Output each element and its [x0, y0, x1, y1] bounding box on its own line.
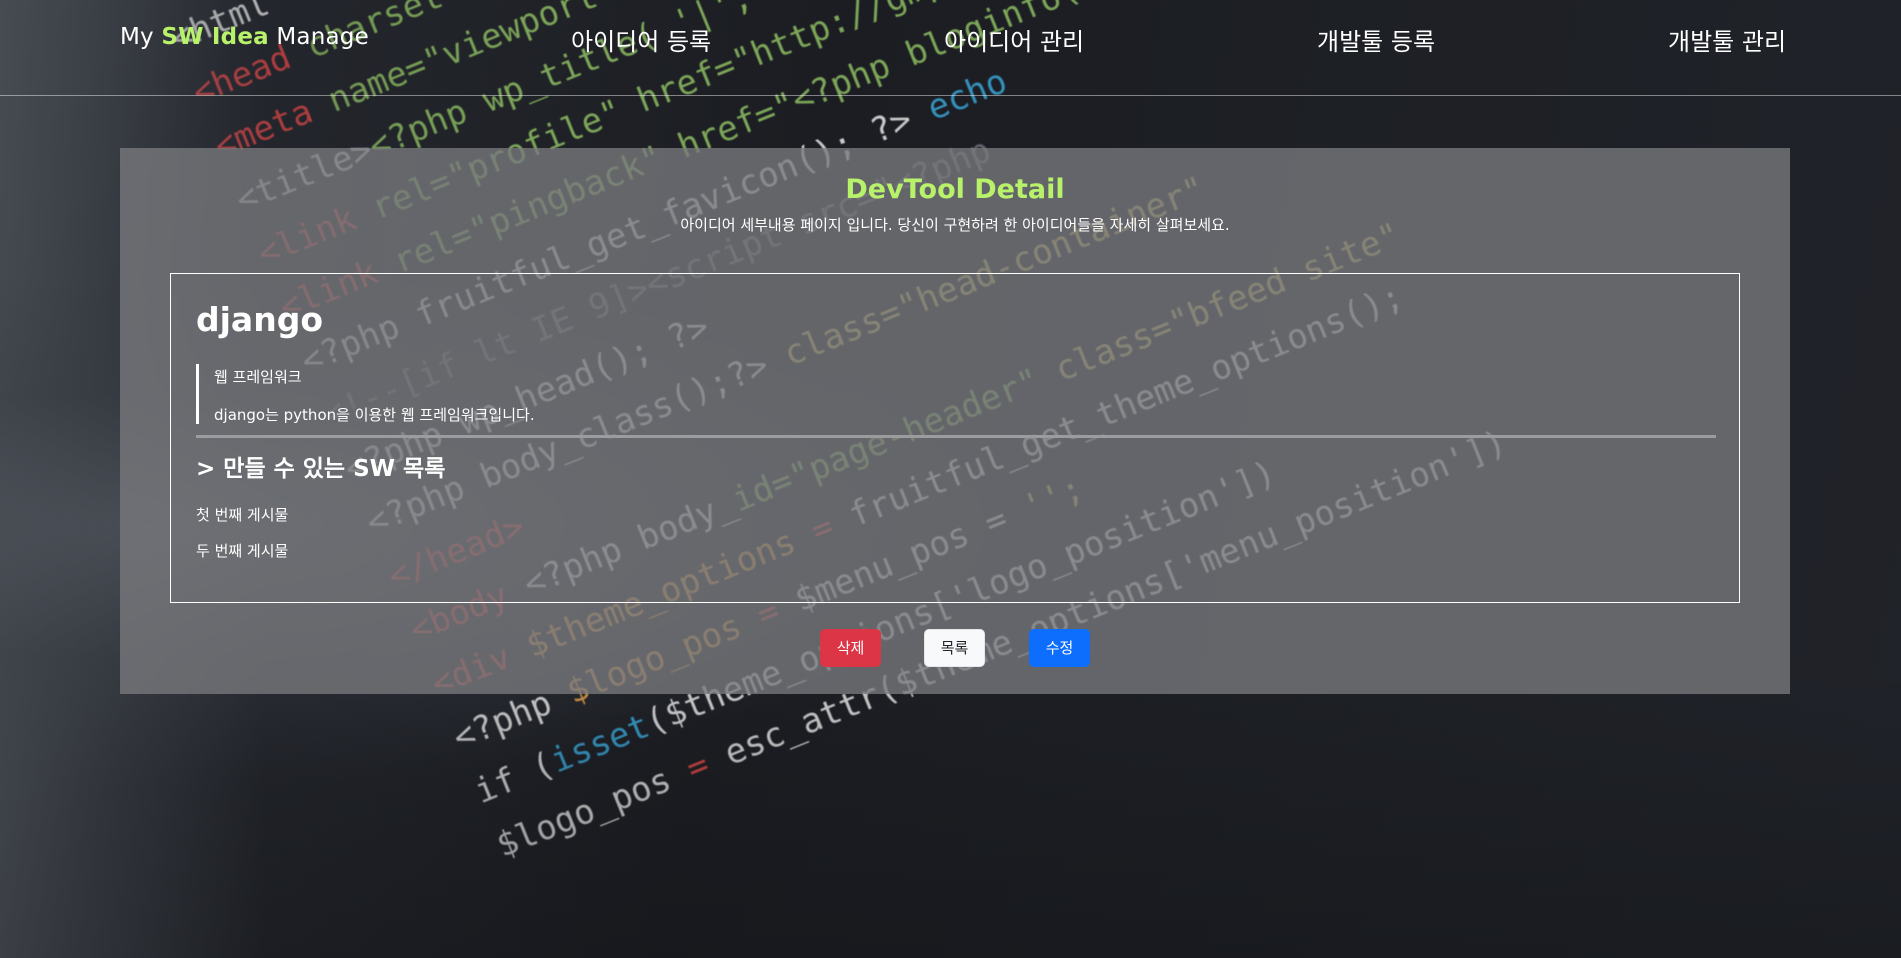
devtool-detail-card: django 웹 프레임워크 django는 python을 이용한 웹 프레임… [170, 273, 1740, 603]
top-navbar: My SW Idea Manage 아이디어 등록 아이디어 관리 개발툴 등록… [0, 0, 1901, 96]
section-divider [196, 435, 1716, 438]
sw-list: 첫 번째 게시물 두 번째 게시물 [196, 504, 288, 576]
detail-panel: DevTool Detail 아이디어 세부내용 페이지 입니다. 당신이 구현… [120, 148, 1790, 694]
devtool-category: 웹 프레임워크 [214, 368, 302, 386]
devtool-description: django는 python을 이용한 웹 프레임워크입니다. [214, 406, 535, 424]
sw-list-heading: > 만들 수 있는 SW 목록 [196, 456, 446, 482]
nav-link-idea-register[interactable]: 아이디어 등록 [571, 22, 711, 57]
sw-list-item[interactable]: 두 번째 게시물 [196, 540, 288, 576]
delete-button[interactable]: 삭제 [820, 629, 881, 667]
brand-logo-link[interactable]: My SW Idea Manage [120, 24, 369, 50]
list-button[interactable]: 목록 [924, 629, 985, 667]
nav-link-idea-manage[interactable]: 아이디어 관리 [944, 22, 1084, 57]
nav-link-devtool-manage[interactable]: 개발툴 관리 [1668, 22, 1786, 57]
brand-accent: SW Idea [161, 24, 269, 50]
edit-button[interactable]: 수정 [1029, 629, 1090, 667]
nav-link-devtool-register[interactable]: 개발툴 등록 [1317, 22, 1435, 57]
brand-prefix: My [120, 24, 162, 50]
sw-list-item[interactable]: 첫 번째 게시물 [196, 504, 288, 540]
devtool-info-blockquote: 웹 프레임워크 django는 python을 이용한 웹 프레임워크입니다. [196, 364, 1496, 424]
page-title: DevTool Detail [845, 174, 1065, 205]
brand-suffix: Manage [268, 24, 369, 50]
page-subtitle: 아이디어 세부내용 페이지 입니다. 당신이 구현하려 한 아이디어들을 자세히… [680, 216, 1230, 234]
devtool-name: django [196, 300, 323, 339]
